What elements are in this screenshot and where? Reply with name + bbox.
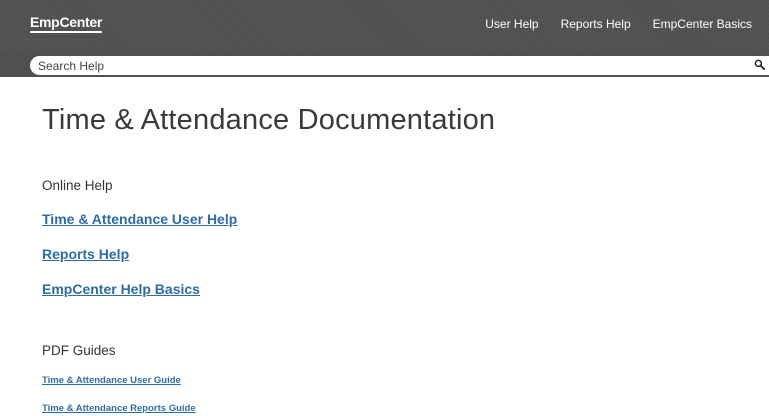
search-button[interactable] <box>749 56 769 75</box>
empcenter-logo[interactable]: EmpCenter <box>30 14 102 33</box>
link-reports-help[interactable]: Reports Help <box>42 246 129 262</box>
page-title: Time & Attendance Documentation <box>42 104 496 136</box>
nav-reports-help[interactable]: Reports Help <box>561 17 631 31</box>
main-content: Time & Attendance Documentation <box>42 104 495 137</box>
link-time-attendance-user-help[interactable]: Time & Attendance User Help <box>42 211 237 227</box>
nav-user-help[interactable]: User Help <box>485 17 538 31</box>
search-bar <box>0 53 769 77</box>
logo-text: EmpCenter <box>30 14 102 30</box>
top-header: EmpCenter User Help Reports Help EmpCent… <box>0 0 769 53</box>
search-icon <box>754 57 765 75</box>
pdf-guides-heading: PDF Guides <box>42 343 116 358</box>
top-nav: User Help Reports Help EmpCenter Basics <box>485 17 752 31</box>
logo-swoosh <box>30 31 102 33</box>
nav-empcenter-basics[interactable]: EmpCenter Basics <box>653 17 752 31</box>
online-help-heading: Online Help <box>42 178 113 193</box>
link-time-attendance-user-guide[interactable]: Time & Attendance User Guide <box>42 375 181 386</box>
search-input[interactable] <box>30 56 769 75</box>
link-time-attendance-reports-guide[interactable]: Time & Attendance Reports Guide <box>42 403 196 414</box>
link-empcenter-help-basics[interactable]: EmpCenter Help Basics <box>42 281 200 297</box>
